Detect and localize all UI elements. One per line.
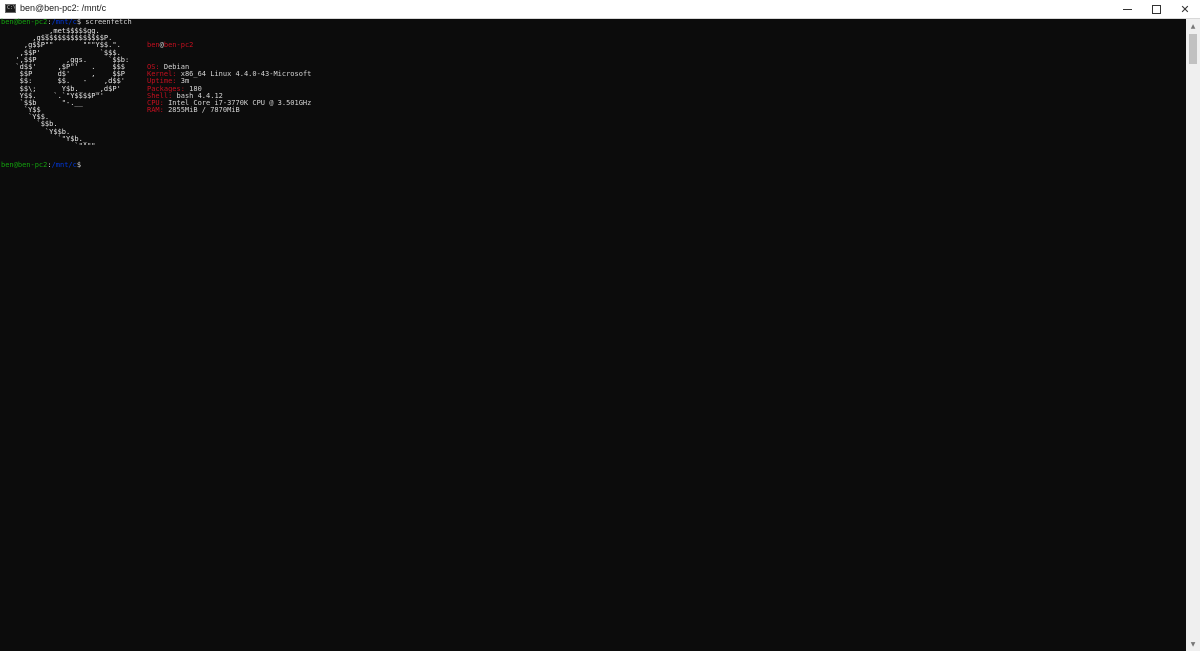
info-row: RAM: 2855MiB / 7870MiB [147, 107, 311, 114]
info-value: x86_64 Linux 4.4.0-43-Microsoft [176, 70, 312, 79]
close-button[interactable]: ✕ [1170, 0, 1200, 18]
console-icon[interactable]: C:\ [5, 4, 16, 13]
prompt-command: screenfetch [81, 18, 132, 26]
prompt-path: /mnt/c [51, 18, 77, 26]
prompt-user-host: ben@ben-pc2 [1, 161, 48, 169]
window-title: ben@ben-pc2: /mnt/c [20, 3, 107, 13]
prompt-path: /mnt/c [51, 161, 77, 169]
title-bar[interactable]: C:\ ben@ben-pc2: /mnt/c ✕ [0, 0, 1200, 19]
scroll-up-arrow-icon[interactable]: ▲ [1186, 19, 1200, 33]
prompt-line-1: ben@ben-pc2:/mnt/c$ screenfetch [1, 18, 132, 27]
terminal-output[interactable]: ben@ben-pc2:/mnt/c$ screenfetch _,met$$$… [1, 18, 1186, 651]
maximize-icon [1151, 4, 1161, 14]
debian-ascii-logo: _,met$$$$$gg. ,g$$$$$$$$$$$$$$$P. ,g$$P"… [7, 27, 129, 150]
prompt-symbol: $ [76, 161, 82, 169]
prompt-line-2: ben@ben-pc2:/mnt/c$ [1, 161, 82, 170]
info-header: ben@ben-pc2 [147, 42, 311, 49]
close-icon: ✕ [1180, 2, 1190, 16]
info-user: ben [147, 41, 160, 50]
logo-line: `"""" [7, 142, 96, 150]
minimize-button[interactable] [1112, 0, 1142, 18]
minimize-icon [1122, 8, 1132, 10]
info-host: ben-pc2 [163, 41, 194, 50]
maximize-button[interactable] [1141, 0, 1171, 18]
info-label: RAM: [147, 106, 164, 115]
scroll-thumb[interactable] [1189, 34, 1197, 64]
terminal-window: C:\ ben@ben-pc2: /mnt/c ✕ ben@ben-pc2:/m… [0, 0, 1200, 651]
vertical-scrollbar[interactable]: ▲ ▼ [1186, 19, 1200, 651]
info-value: 2855MiB / 7870MiB [163, 106, 240, 115]
scroll-down-arrow-icon[interactable]: ▼ [1186, 637, 1200, 651]
system-info: ben@ben-pc2 OS: Debian Kernel: x86_64 Lin… [147, 28, 311, 129]
prompt-user-host: ben@ben-pc2 [1, 18, 48, 26]
